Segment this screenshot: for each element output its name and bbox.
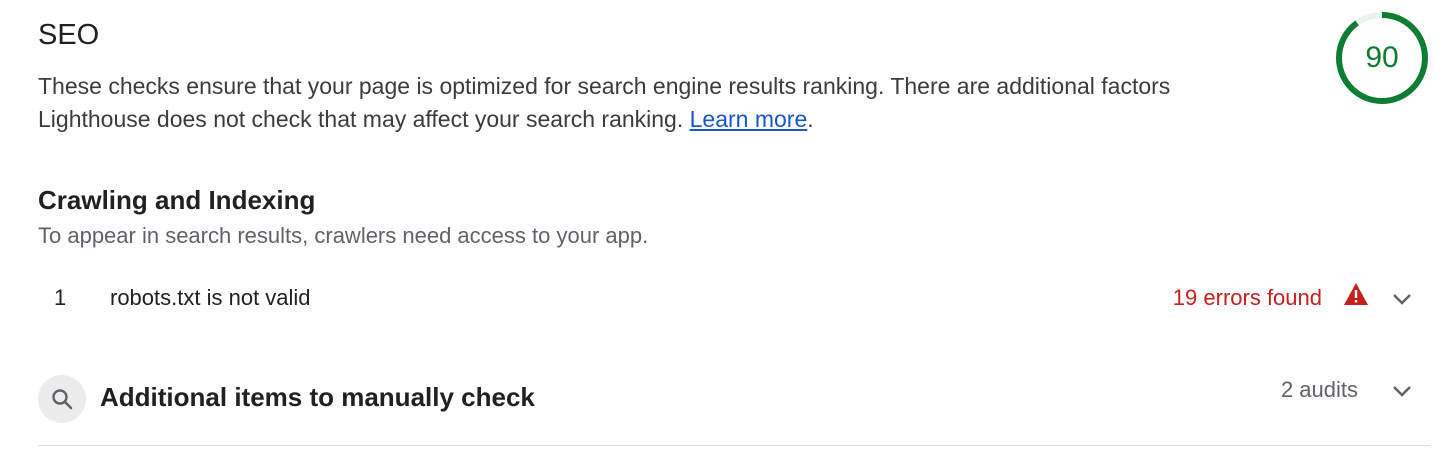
manual-checks-group[interactable]: Additional items to manually check 2 aud…	[38, 372, 1430, 423]
category-description-text: These checks ensure that your page is op…	[38, 73, 1171, 132]
group-description: To appear in search results, crawlers ne…	[38, 223, 649, 248]
category-title: SEO	[38, 19, 100, 51]
audit-index: 1	[54, 285, 67, 310]
description-trailing-punct: .	[807, 106, 814, 132]
chevron-down-icon[interactable]	[1391, 384, 1413, 398]
audit-status: 19 errors found	[1172, 285, 1322, 310]
group-title: Crawling and Indexing	[38, 185, 316, 215]
score-value: 90	[1365, 41, 1399, 74]
score-gauge: 90	[1335, 11, 1429, 105]
manual-audit-count: 2 audits	[1280, 377, 1358, 402]
chevron-down-icon[interactable]	[1391, 292, 1413, 306]
audit-title: robots.txt is not valid	[110, 285, 311, 310]
manual-checks-title: Additional items to manually check	[100, 382, 535, 412]
section-divider	[38, 445, 1430, 446]
learn-more-link[interactable]: Learn more	[690, 106, 808, 132]
category-description: These checks ensure that your page is op…	[38, 70, 1278, 136]
audit-row-robots-txt[interactable]: 1 robots.txt is not valid 19 errors foun…	[38, 280, 1430, 316]
search-icon	[38, 375, 86, 423]
warning-triangle-icon	[1343, 282, 1369, 306]
